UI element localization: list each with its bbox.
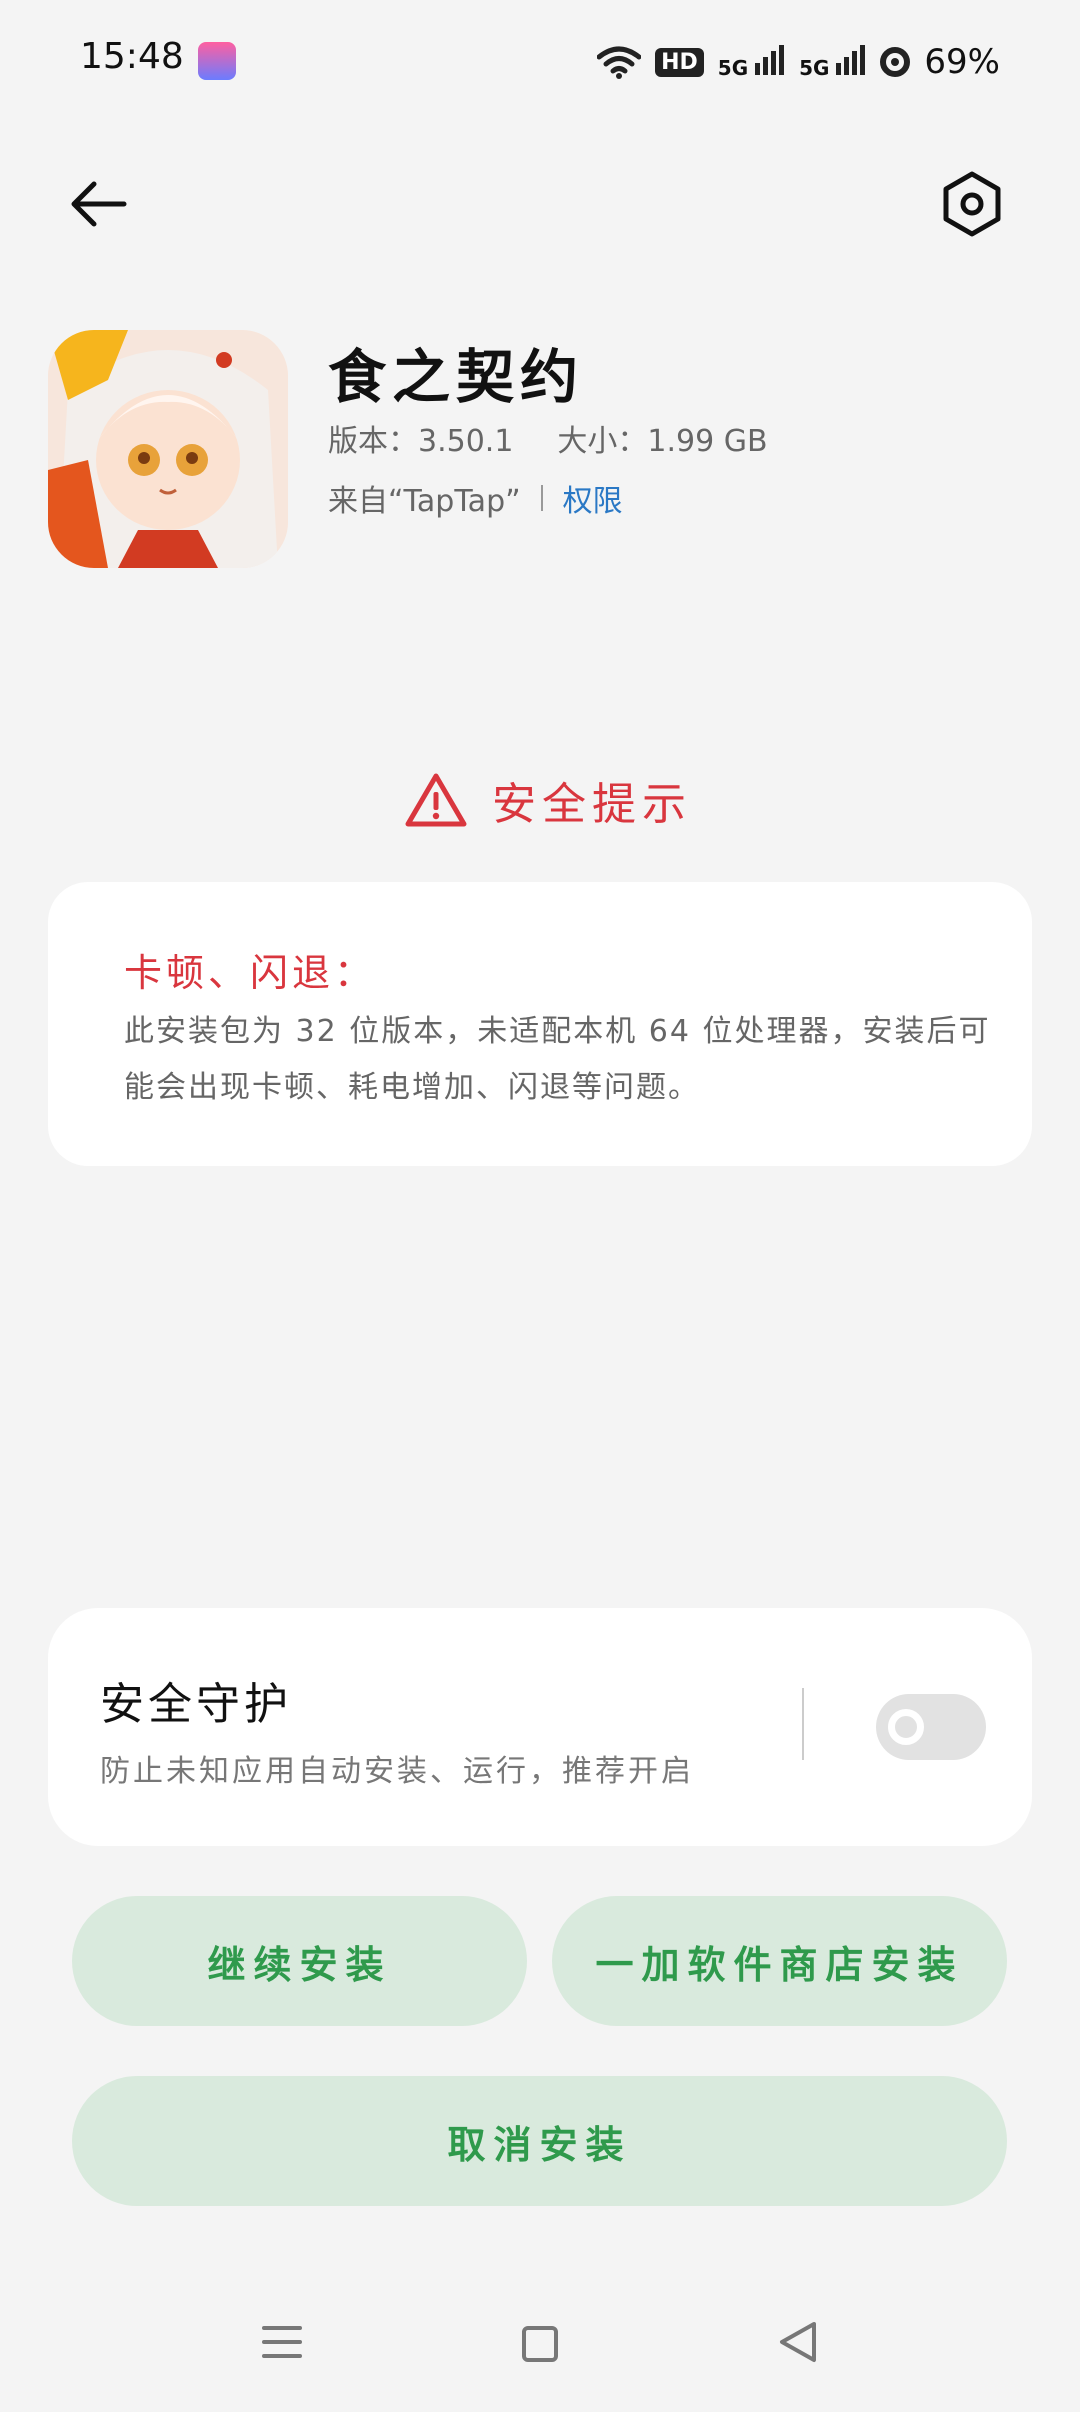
signal-label: 5G: [799, 55, 830, 80]
settings-button[interactable]: [938, 170, 1006, 238]
warning-card: 卡顿、闪退： 此安装包为 32 位版本，未适配本机 64 位处理器，安装后可能会…: [48, 882, 1032, 1166]
app-version: 版本：3.50.1: [328, 424, 514, 459]
status-icons: HD 5G 5G 69%: [597, 36, 1000, 88]
battery-icon: [880, 47, 911, 77]
app-meta: 版本：3.50.1 大小：1.99 GB: [328, 416, 768, 460]
warning-body: 此安装包为 32 位版本，未适配本机 64 位处理器，安装后可能会出现卡顿、耗电…: [124, 1014, 991, 1105]
back-button[interactable]: [66, 172, 130, 236]
signal-label: 5G: [717, 55, 749, 80]
security-tip-title: 安全提示: [404, 768, 692, 832]
app-size: 大小：1.99 GB: [557, 424, 768, 459]
app-source-label: 来自“TapTap”: [328, 484, 521, 519]
nav-back-button[interactable]: [778, 2320, 818, 2364]
back-arrow-icon: [71, 181, 127, 227]
store-install-button[interactable]: 一加软件商店安装: [552, 1896, 1007, 2026]
app-icon: [48, 330, 288, 568]
toggle-knob: [888, 1709, 924, 1745]
security-guard-title: 安全守护: [100, 1679, 292, 1730]
permissions-link[interactable]: 权限: [563, 476, 623, 520]
divider: [802, 1688, 804, 1760]
security-tip-title-text: 安全提示: [492, 779, 692, 830]
bilibili-icon: [198, 42, 236, 80]
security-guard-card: 安全守护 防止未知应用自动安装、运行，推荐开启: [48, 1608, 1032, 1846]
warning-heading: 卡顿、闪退：: [124, 951, 377, 995]
signal-bars-icon: [836, 44, 866, 75]
battery-percent: 69%: [924, 42, 1000, 82]
security-guard-description: 防止未知应用自动安装、运行，推荐开启: [100, 1754, 694, 1789]
nav-menu-button[interactable]: [262, 2322, 302, 2362]
app-name: 食之契约: [328, 343, 585, 411]
back-triangle-icon: [780, 2322, 816, 2362]
app-source: 来自“TapTap” 权限: [328, 476, 623, 520]
settings-hexagon-icon: [943, 171, 1001, 237]
status-time: 15:48: [80, 36, 184, 77]
signal-5g-2: 5G: [799, 44, 866, 80]
divider: [540, 485, 543, 511]
continue-install-button[interactable]: 继续安装: [72, 1896, 527, 2026]
menu-icon: [262, 2326, 302, 2358]
nav-home-button[interactable]: [522, 2326, 558, 2362]
signal-5g-1: 5G: [717, 44, 785, 80]
cancel-install-button[interactable]: 取消安装: [72, 2076, 1007, 2206]
signal-bars-icon: [755, 44, 785, 75]
warning-triangle-icon: [405, 773, 467, 827]
hd-badge: HD: [655, 47, 704, 77]
wifi-icon: [597, 46, 642, 79]
security-guard-toggle[interactable]: [876, 1694, 986, 1760]
